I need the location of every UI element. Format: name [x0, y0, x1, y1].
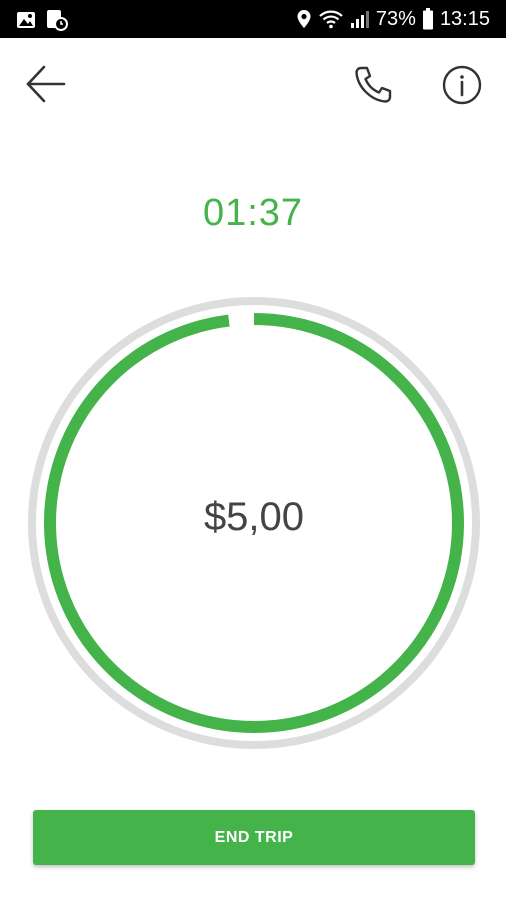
battery-percent: 73%: [375, 8, 416, 30]
timer-notification-icon: [47, 10, 68, 31]
signal-icon: [350, 11, 369, 28]
call-button[interactable]: [352, 64, 394, 106]
back-button[interactable]: [24, 62, 68, 106]
clock: 13:15: [439, 8, 490, 30]
trip-timer: 01:37: [202, 192, 304, 234]
phone-icon: [355, 66, 392, 103]
fare-amount: $5,00: [203, 495, 305, 539]
wifi-icon: [319, 10, 343, 29]
status-left-icons: [16, 9, 68, 31]
arrow-left-icon: [26, 65, 66, 103]
top-app-bar: [0, 38, 506, 130]
info-button[interactable]: [441, 64, 483, 106]
status-bar: 73% 13:15: [0, 0, 506, 38]
status-right: 73% 13:15: [296, 6, 490, 32]
info-icon: [442, 65, 482, 105]
image-icon: [17, 12, 35, 28]
battery-icon: [422, 8, 433, 30]
end-trip-button[interactable]: END TRIP: [33, 810, 475, 865]
location-icon: [297, 10, 311, 28]
